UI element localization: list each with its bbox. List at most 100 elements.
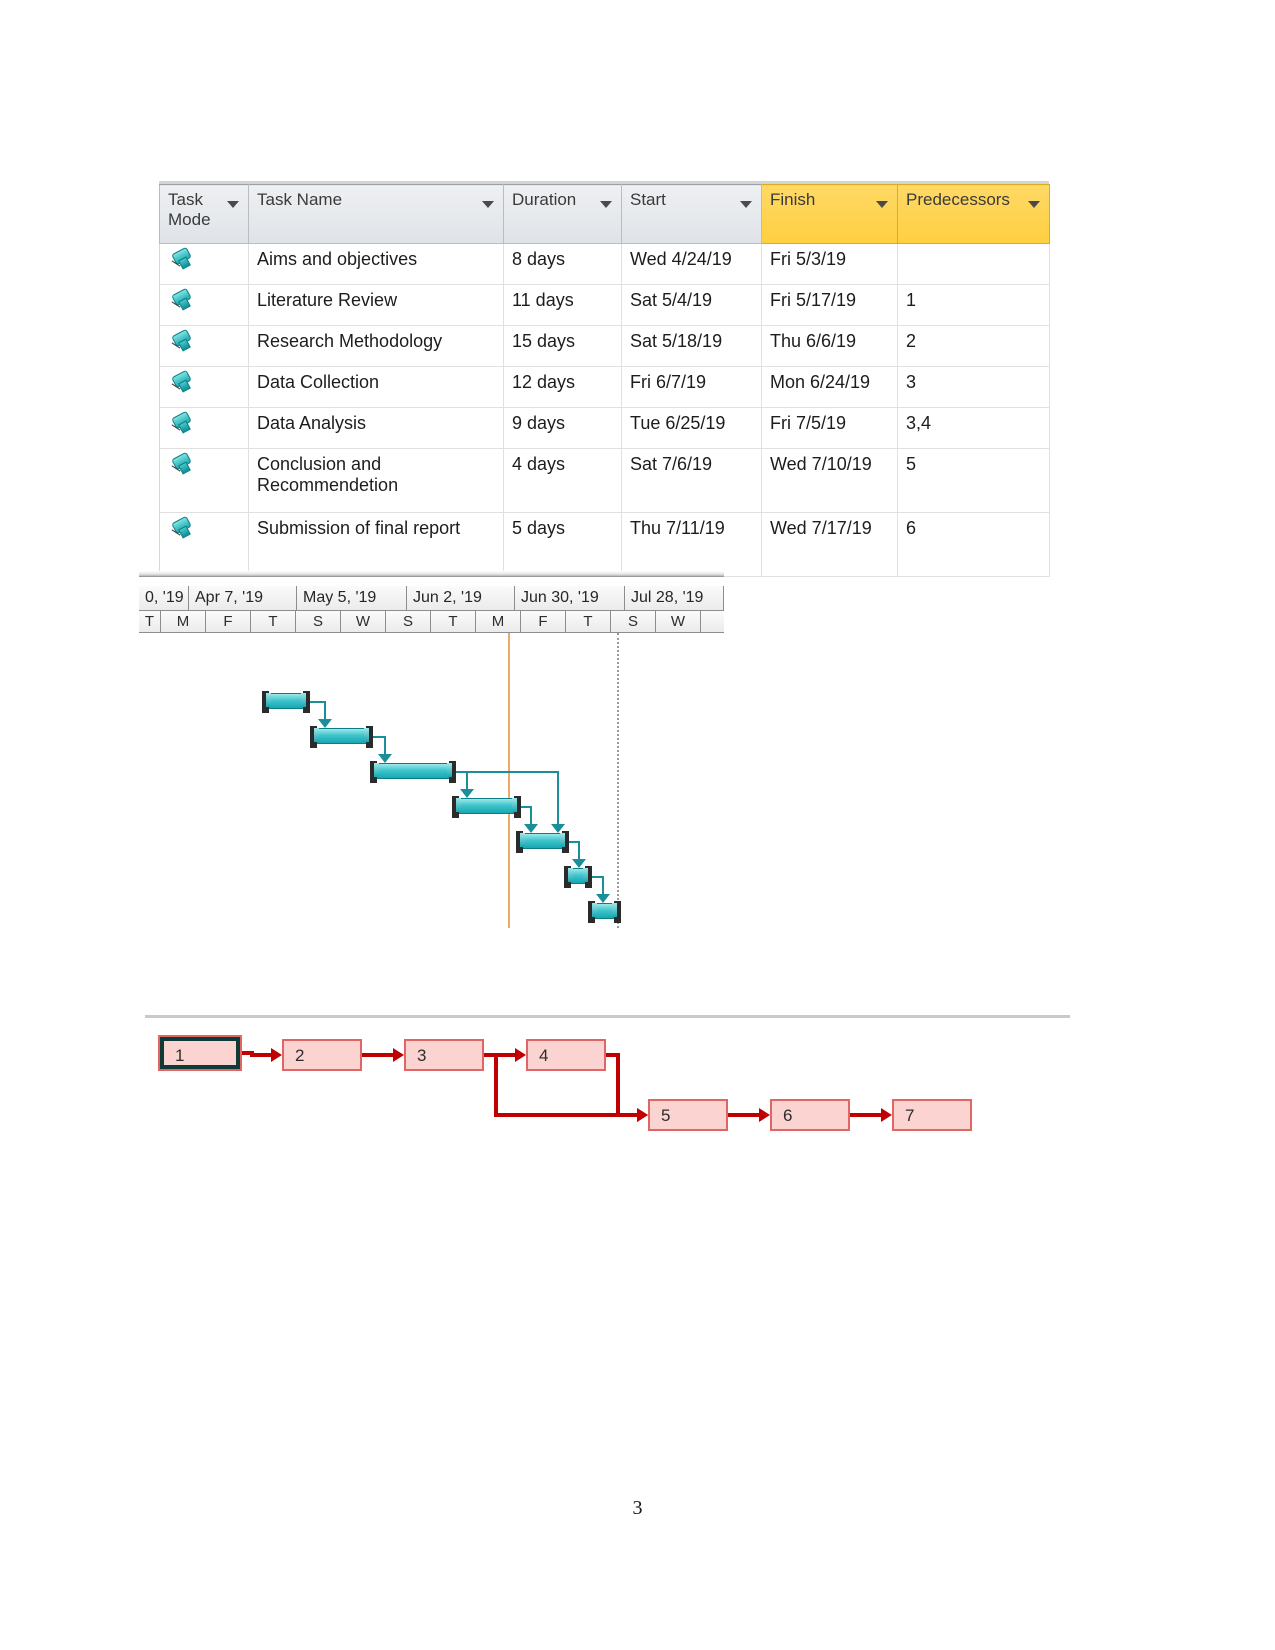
column-header-task-mode[interactable]: Task Mode (159, 184, 249, 244)
network-node[interactable]: 2 (282, 1039, 362, 1071)
timeline-day-cell: M (161, 611, 206, 632)
cell-task-name[interactable]: Aims and objectives (248, 243, 504, 285)
cell-finish[interactable]: Mon 6/24/19 (761, 366, 898, 408)
table-row[interactable]: Conclusion and Recommendetion 4 days Sat 7… (159, 448, 1050, 513)
timeline-month-cell: Apr 7, '19 (189, 586, 297, 610)
cell-predecessors[interactable]: 3,4 (897, 407, 1050, 449)
cell-predecessors[interactable] (897, 243, 1050, 285)
cell-task-mode[interactable] (159, 366, 249, 408)
cell-predecessors[interactable]: 6 (897, 512, 1050, 577)
gantt-bar[interactable] (452, 796, 521, 818)
network-node[interactable]: 1 (160, 1037, 240, 1069)
cell-start[interactable]: Sat 5/18/19 (621, 325, 762, 367)
cell-predecessors[interactable]: 3 (897, 366, 1050, 408)
cell-task-mode[interactable] (159, 512, 249, 577)
cell-task-name[interactable]: Literature Review (248, 284, 504, 326)
cell-duration[interactable]: 4 days (503, 448, 622, 513)
column-header-task-name[interactable]: Task Name (248, 184, 504, 244)
filter-dropdown-icon-task-name[interactable] (482, 201, 494, 208)
gantt-bar[interactable] (516, 831, 569, 853)
status-date-line (617, 633, 619, 928)
network-arrow (271, 1048, 282, 1062)
gantt-timeline-months[interactable]: 0, '19 Apr 7, '19 May 5, '19 Jun 2, '19 Jun … (139, 586, 724, 611)
cell-duration[interactable]: 8 days (503, 243, 622, 285)
gantt-link-line (456, 771, 557, 773)
filter-dropdown-icon-task-mode[interactable] (227, 201, 239, 208)
gantt-plot-area[interactable] (139, 633, 724, 956)
column-header-finish[interactable]: Finish (761, 184, 898, 244)
cell-task-mode[interactable] (159, 284, 249, 326)
table-row[interactable]: Data Collection 12 days Fri 6/7/19 Mon 6/24… (159, 366, 1050, 408)
gantt-link-line (521, 806, 530, 808)
cell-start[interactable]: Tue 6/25/19 (621, 407, 762, 449)
cell-predecessors[interactable]: 1 (897, 284, 1050, 326)
filter-dropdown-icon-predecessors[interactable] (1028, 201, 1040, 208)
network-node[interactable]: 6 (770, 1099, 850, 1131)
timeline-month-cell: Jun 30, '19 (515, 586, 625, 610)
gantt-link-line (324, 701, 326, 719)
network-canvas[interactable]: 1 2 3 4 5 6 7 (145, 1015, 1070, 1150)
timeline-day-cell: S (386, 611, 431, 632)
filter-dropdown-icon-finish[interactable] (876, 201, 888, 208)
cell-duration[interactable]: 9 days (503, 407, 622, 449)
cell-task-name[interactable]: Research Methodology (248, 325, 504, 367)
table-row[interactable]: Data Analysis 9 days Tue 6/25/19 Fri 7/5/19… (159, 407, 1050, 449)
cell-task-name[interactable]: Submission of final report (248, 512, 504, 577)
cell-start[interactable]: Wed 4/24/19 (621, 243, 762, 285)
cell-finish[interactable]: Fri 5/3/19 (761, 243, 898, 285)
cell-finish[interactable]: Fri 7/5/19 (761, 407, 898, 449)
cell-task-name[interactable]: Data Analysis (248, 407, 504, 449)
column-header-start[interactable]: Start (621, 184, 762, 244)
network-node[interactable]: 7 (892, 1099, 972, 1131)
cell-start[interactable]: Sat 7/6/19 (621, 448, 762, 513)
network-node[interactable]: 3 (404, 1039, 484, 1071)
cell-task-mode[interactable] (159, 325, 249, 367)
gantt-link-line (466, 771, 468, 789)
cell-task-mode[interactable] (159, 243, 249, 285)
gantt-bar[interactable] (310, 726, 373, 748)
gantt-timeline-days[interactable]: TMFTSWSTMFTSW (139, 611, 724, 633)
table-body: Aims and objectives 8 days Wed 4/24/19 Fri … (159, 243, 1050, 577)
gantt-bar[interactable] (262, 691, 310, 713)
column-header-task-mode-label: Task Mode (168, 190, 211, 230)
table-row[interactable]: Literature Review 11 days Sat 5/4/19 Fri 5/… (159, 284, 1050, 326)
gantt-bar[interactable] (588, 901, 621, 923)
cell-finish[interactable]: Wed 7/10/19 (761, 448, 898, 513)
cell-finish[interactable]: Thu 6/6/19 (761, 325, 898, 367)
cell-start[interactable]: Thu 7/11/19 (621, 512, 762, 577)
cell-task-mode[interactable] (159, 407, 249, 449)
column-header-start-label: Start (630, 190, 666, 209)
gantt-link-line (373, 736, 384, 738)
cell-finish[interactable]: Wed 7/17/19 (761, 512, 898, 577)
cell-task-mode[interactable] (159, 448, 249, 513)
timeline-day-cell: S (296, 611, 341, 632)
gantt-link-line (602, 876, 604, 894)
timeline-day-cell: S (611, 611, 656, 632)
cell-duration[interactable]: 11 days (503, 284, 622, 326)
cell-duration[interactable]: 12 days (503, 366, 622, 408)
network-link (616, 1053, 620, 1115)
table-row[interactable]: Research Methodology 15 days Sat 5/18/19 Th… (159, 325, 1050, 367)
column-header-finish-label: Finish (770, 190, 816, 209)
timeline-day-cell: T (251, 611, 296, 632)
cell-predecessors[interactable]: 5 (897, 448, 1050, 513)
filter-dropdown-icon-duration[interactable] (600, 201, 612, 208)
cell-start[interactable]: Fri 6/7/19 (621, 366, 762, 408)
filter-dropdown-icon-start[interactable] (740, 201, 752, 208)
network-node[interactable]: 4 (526, 1039, 606, 1071)
cell-duration[interactable]: 15 days (503, 325, 622, 367)
cell-duration[interactable]: 5 days (503, 512, 622, 577)
cell-finish[interactable]: Fri 5/17/19 (761, 284, 898, 326)
cell-task-name[interactable]: Data Collection (248, 366, 504, 408)
table-row[interactable]: Aims and objectives 8 days Wed 4/24/19 Fri … (159, 243, 1050, 285)
cell-start[interactable]: Sat 5/4/19 (621, 284, 762, 326)
table-row[interactable]: Submission of final report 5 days Thu 7/11… (159, 512, 1050, 577)
column-header-predecessors[interactable]: Predecessors (897, 184, 1050, 244)
gantt-bar[interactable] (370, 761, 456, 783)
gantt-bar[interactable] (564, 866, 592, 888)
cell-task-name[interactable]: Conclusion and Recommendetion (248, 448, 504, 513)
column-header-duration[interactable]: Duration (503, 184, 622, 244)
network-arrow (759, 1108, 770, 1122)
cell-predecessors[interactable]: 2 (897, 325, 1050, 367)
network-node[interactable]: 5 (648, 1099, 728, 1131)
